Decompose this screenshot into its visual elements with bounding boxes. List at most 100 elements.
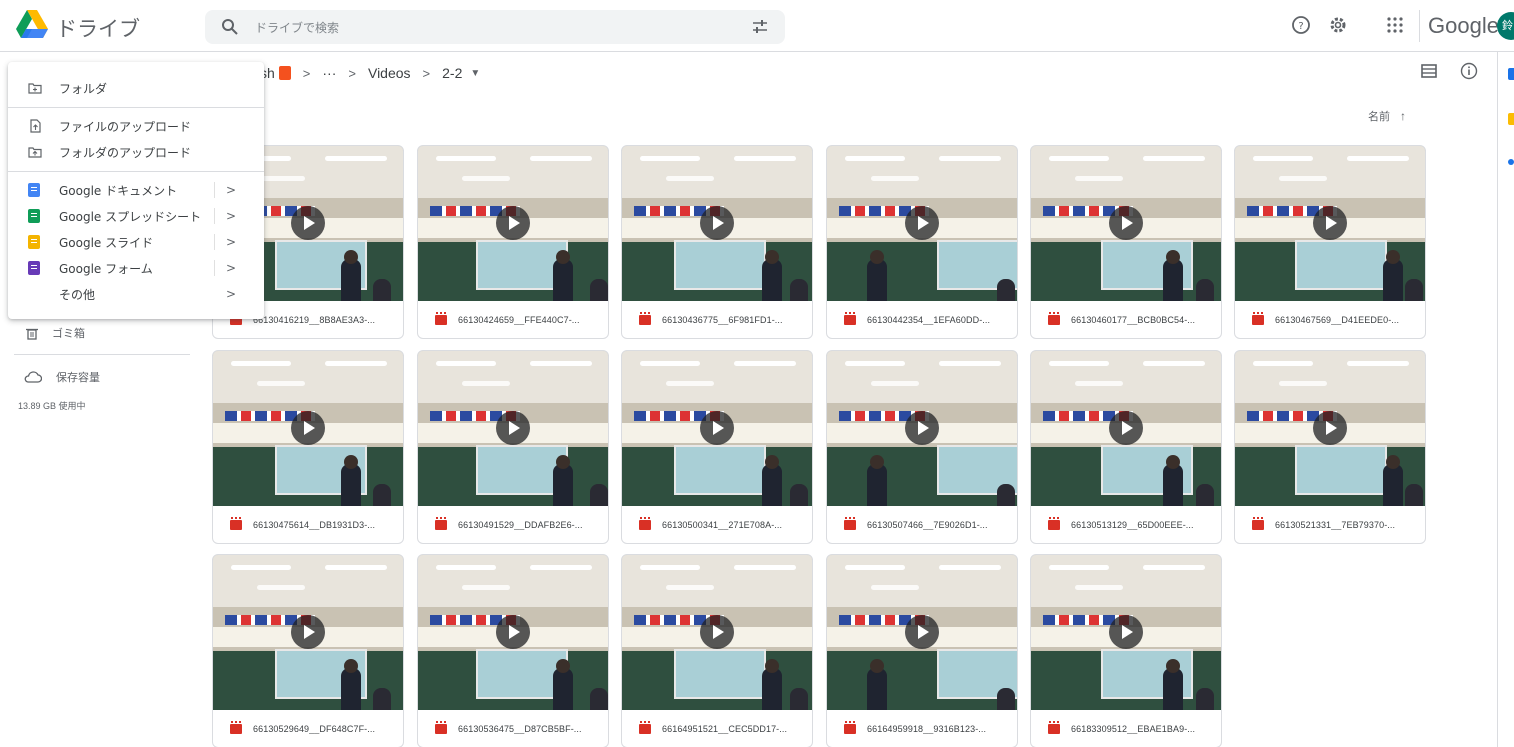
apps-grid-icon[interactable] xyxy=(1384,14,1406,36)
play-icon[interactable] xyxy=(291,411,325,445)
chevron-right-icon[interactable]: > xyxy=(226,183,236,197)
chevron-right-icon[interactable]: > xyxy=(226,209,236,223)
tasks-addon-icon[interactable] xyxy=(1508,159,1514,165)
search-icon[interactable] xyxy=(221,18,239,36)
video-thumbnail[interactable] xyxy=(418,351,608,506)
file-title-row[interactable]: 66164959918__9316B123-... xyxy=(827,710,1017,747)
account-avatar[interactable]: 鈴 xyxy=(1497,12,1514,40)
file-title-row[interactable]: 66130529649__DF648C7F-... xyxy=(213,710,403,747)
video-file-card[interactable]: 66130536475__D87CB5BF-... xyxy=(417,554,609,747)
video-thumbnail[interactable] xyxy=(1031,555,1221,710)
video-thumbnail[interactable] xyxy=(1235,351,1425,506)
video-file-card[interactable]: 66130424659__FFE440C7-... xyxy=(417,145,609,339)
file-title-row[interactable]: 66130513129__65D00EEE-... xyxy=(1031,506,1221,543)
file-title-row[interactable]: 66130436775__6F981FD1-... xyxy=(622,301,812,338)
sidebar-item-storage[interactable]: 保存容量 xyxy=(24,369,100,385)
play-icon[interactable] xyxy=(700,411,734,445)
file-title-row[interactable]: 66183309512__EBAE1BA9-... xyxy=(1031,710,1221,747)
breadcrumb-current[interactable]: 2-2 xyxy=(442,65,462,81)
sidebar-item-trash[interactable]: ゴミ箱 xyxy=(26,325,85,341)
drive-logo-icon[interactable] xyxy=(16,10,48,38)
play-icon[interactable] xyxy=(496,206,530,240)
video-file-card[interactable]: 66130475614__DB1931D3-... xyxy=(212,350,404,544)
app-title[interactable]: ドライブ xyxy=(56,13,140,43)
sort-control[interactable]: 名前 ↑ xyxy=(1368,108,1406,124)
search-options-icon[interactable] xyxy=(751,18,769,36)
video-file-card[interactable]: 66130467569__D41EEDE0-... xyxy=(1234,145,1426,339)
video-file-card[interactable]: 66130500341__271E708A-... xyxy=(621,350,813,544)
play-icon[interactable] xyxy=(1313,206,1347,240)
video-file-card[interactable]: 66183309512__EBAE1BA9-... xyxy=(1030,554,1222,747)
menu-item-new-folder[interactable]: フォルダ xyxy=(8,76,264,100)
video-thumbnail[interactable] xyxy=(827,146,1017,301)
play-icon[interactable] xyxy=(1109,206,1143,240)
search-input[interactable]: ドライブで検索 xyxy=(255,19,339,36)
play-icon[interactable] xyxy=(1109,615,1143,649)
play-icon[interactable] xyxy=(905,206,939,240)
sort-direction-icon[interactable]: ↑ xyxy=(1400,109,1406,123)
video-file-card[interactable]: 66130521331__7EB79370-... xyxy=(1234,350,1426,544)
video-thumbnail[interactable] xyxy=(827,351,1017,506)
file-title-row[interactable]: 66130491529__DDAFB2E6-... xyxy=(418,506,608,543)
video-thumbnail[interactable] xyxy=(418,555,608,710)
play-icon[interactable] xyxy=(905,615,939,649)
video-thumbnail[interactable] xyxy=(622,146,812,301)
video-thumbnail[interactable] xyxy=(1031,351,1221,506)
settings-gear-icon[interactable] xyxy=(1327,14,1349,36)
video-file-card[interactable]: 66164951521__CEC5DD17-... xyxy=(621,554,813,747)
video-file-card[interactable]: 66130507466__7E9026D1-... xyxy=(826,350,1018,544)
video-file-card[interactable]: 66130513129__65D00EEE-... xyxy=(1030,350,1222,544)
play-icon[interactable] xyxy=(291,206,325,240)
video-thumbnail[interactable] xyxy=(622,351,812,506)
video-thumbnail[interactable] xyxy=(622,555,812,710)
menu-item-google-slides[interactable]: Google スライド > xyxy=(8,230,264,254)
video-thumbnail[interactable] xyxy=(213,351,403,506)
chevron-right-icon[interactable]: > xyxy=(226,287,236,301)
menu-item-google-sheets[interactable]: Google スプレッドシート > xyxy=(8,204,264,228)
video-file-card[interactable]: 66130529649__DF648C7F-... xyxy=(212,554,404,747)
calendar-addon-icon[interactable] xyxy=(1508,68,1514,80)
list-view-icon[interactable] xyxy=(1421,64,1437,78)
help-icon[interactable]: ? xyxy=(1290,14,1312,36)
video-thumbnail[interactable] xyxy=(213,555,403,710)
menu-item-google-docs[interactable]: Google ドキュメント > xyxy=(8,178,264,202)
play-icon[interactable] xyxy=(905,411,939,445)
video-thumbnail[interactable] xyxy=(418,146,608,301)
file-title-row[interactable]: 66130475614__DB1931D3-... xyxy=(213,506,403,543)
sort-label[interactable]: 名前 xyxy=(1368,111,1390,123)
menu-item-folder-upload[interactable]: フォルダのアップロード xyxy=(8,140,264,164)
chevron-right-icon[interactable]: > xyxy=(226,261,236,275)
breadcrumb-ellipsis[interactable]: ··· xyxy=(322,65,336,81)
file-title-row[interactable]: 66130424659__FFE440C7-... xyxy=(418,301,608,338)
chevron-right-icon[interactable]: > xyxy=(226,235,236,249)
video-thumbnail[interactable] xyxy=(1031,146,1221,301)
video-thumbnail[interactable] xyxy=(1235,146,1425,301)
file-title-row[interactable]: 66130507466__7E9026D1-... xyxy=(827,506,1017,543)
video-file-card[interactable]: 66130460177__BCB0BC54-... xyxy=(1030,145,1222,339)
play-icon[interactable] xyxy=(496,411,530,445)
play-icon[interactable] xyxy=(291,615,325,649)
file-title-row[interactable]: 66130521331__7EB79370-... xyxy=(1235,506,1425,543)
menu-item-google-forms[interactable]: Google フォーム > xyxy=(8,256,264,280)
video-file-card[interactable]: 66130442354__1EFA60DD-... xyxy=(826,145,1018,339)
menu-item-file-upload[interactable]: ファイルのアップロード xyxy=(8,114,264,138)
file-title-row[interactable]: 66130442354__1EFA60DD-... xyxy=(827,301,1017,338)
video-thumbnail[interactable] xyxy=(827,555,1017,710)
play-icon[interactable] xyxy=(1109,411,1143,445)
file-title-row[interactable]: 66130460177__BCB0BC54-... xyxy=(1031,301,1221,338)
video-file-card[interactable]: 66164959918__9316B123-... xyxy=(826,554,1018,747)
video-file-card[interactable]: 66130436775__6F981FD1-... xyxy=(621,145,813,339)
file-title-row[interactable]: 66130536475__D87CB5BF-... xyxy=(418,710,608,747)
play-icon[interactable] xyxy=(496,615,530,649)
menu-item-more[interactable]: その他 > xyxy=(8,282,264,306)
video-file-card[interactable]: 66130491529__DDAFB2E6-... xyxy=(417,350,609,544)
keep-addon-icon[interactable] xyxy=(1508,113,1514,125)
play-icon[interactable] xyxy=(1313,411,1347,445)
search-box[interactable]: ドライブで検索 xyxy=(205,10,785,44)
file-title-row[interactable]: 66130500341__271E708A-... xyxy=(622,506,812,543)
info-icon[interactable] xyxy=(1460,62,1478,80)
breadcrumb-videos[interactable]: Videos xyxy=(368,65,411,81)
file-title-row[interactable]: 66164951521__CEC5DD17-... xyxy=(622,710,812,747)
play-icon[interactable] xyxy=(700,615,734,649)
play-icon[interactable] xyxy=(700,206,734,240)
